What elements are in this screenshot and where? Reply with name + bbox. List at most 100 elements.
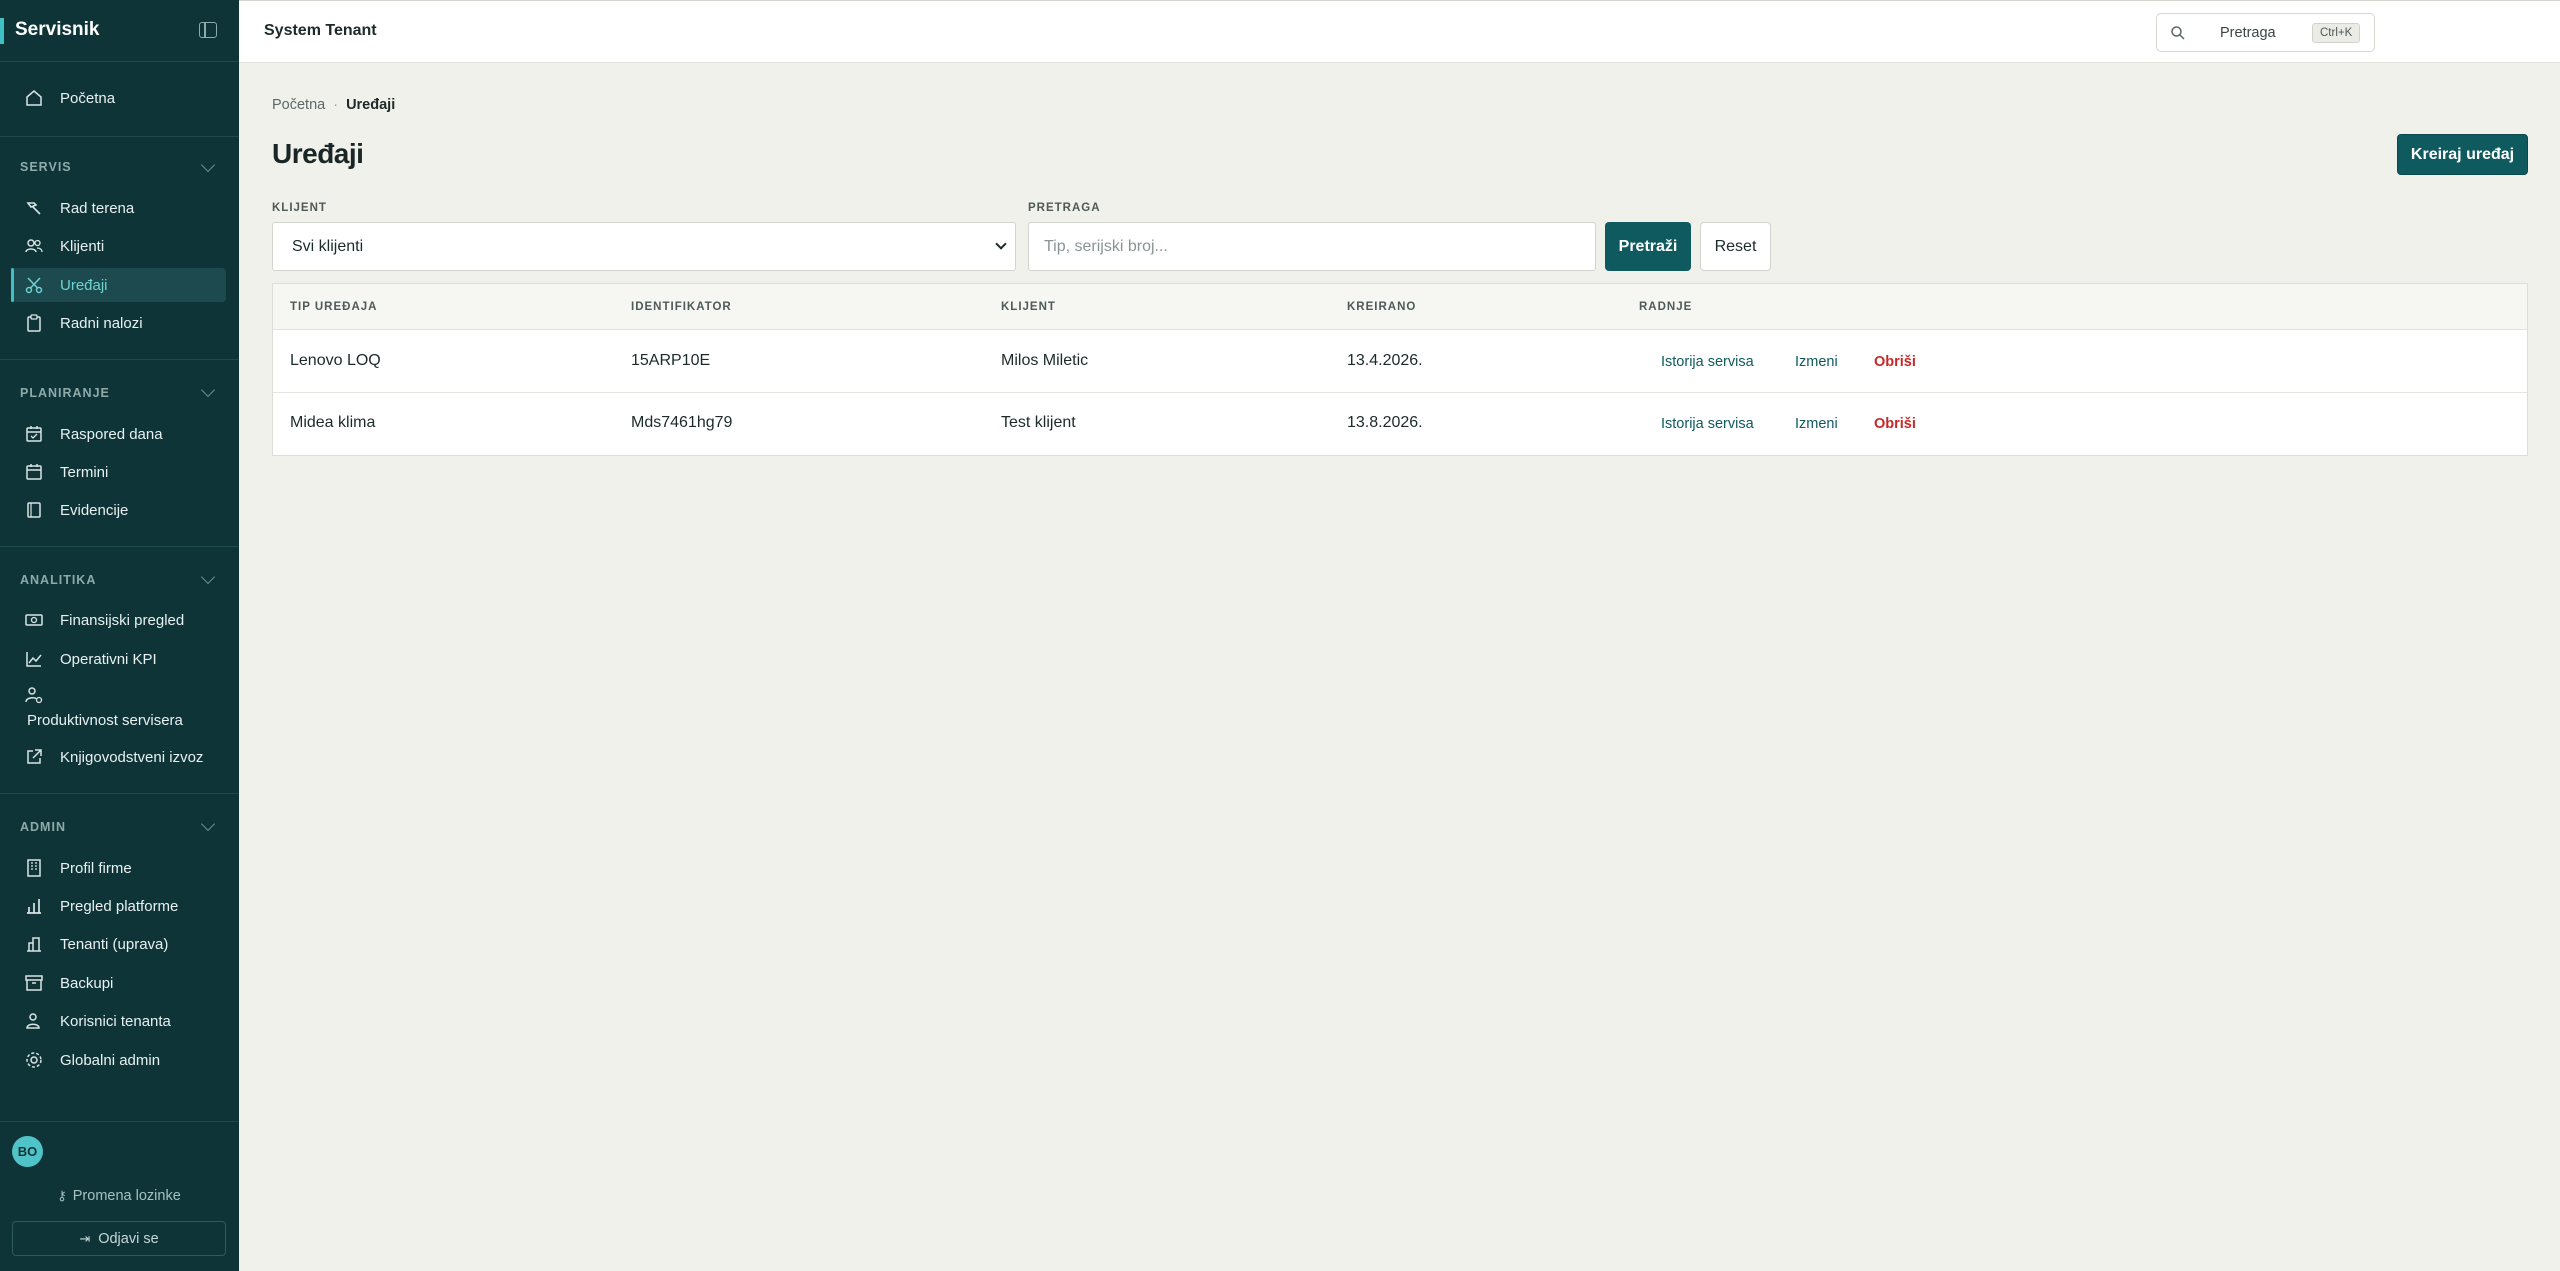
calendar-check-icon [25, 425, 43, 443]
sidebar-item-globalni-admin[interactable]: Globalni admin [12, 1043, 226, 1077]
service-history-link[interactable]: Istorija servisa [1661, 416, 1754, 432]
search-input[interactable]: Tip, serijski broj... [1028, 222, 1596, 271]
bar-chart-icon [25, 897, 43, 915]
sidebar-item-termini[interactable]: Termini [12, 455, 226, 489]
global-search-label: Pretraga [2220, 25, 2276, 41]
chevron-down-icon[interactable] [200, 816, 216, 832]
search-placeholder: Tip, serijski broj... [1044, 238, 1168, 255]
sidebar-item-uredjaji[interactable]: Uređaji [11, 268, 226, 302]
search-icon [2170, 25, 2186, 46]
user-cog-icon [25, 686, 43, 704]
section-title-servis: SERVIS [20, 160, 72, 174]
sidebar-item-label: Klijenti [60, 237, 105, 255]
sidebar-item-label: Operativni KPI [60, 650, 157, 668]
create-device-button[interactable]: Kreiraj uređaj [2397, 134, 2528, 175]
sidebar-item-klijenti[interactable]: Klijenti [12, 229, 226, 263]
sidebar-item-rad-terena[interactable]: Rad terena [12, 191, 226, 225]
sidebar-item-raspored-dana[interactable]: Raspored dana [12, 417, 226, 451]
book-icon [25, 501, 43, 519]
buildings-icon [25, 935, 43, 953]
cell-client: Milos Miletic [1001, 352, 1089, 369]
sidebar-item-profil-firme[interactable]: Profil firme [12, 851, 226, 885]
global-search-button[interactable]: Pretraga Ctrl+K [2156, 13, 2375, 52]
brand-name: Servisnik [15, 19, 100, 40]
avatar[interactable]: BO [12, 1136, 43, 1167]
user-icon [25, 1012, 43, 1030]
cell-identifier: 15ARP10E [631, 352, 711, 369]
client-select[interactable]: Svi klijenti [272, 222, 1016, 271]
edit-link[interactable]: Izmeni [1795, 354, 1838, 370]
sidebar-item-label: Radni nalozi [60, 314, 143, 332]
sidebar-item-label: Evidencije [60, 501, 129, 519]
key-icon: ⚷ [57, 1188, 67, 1203]
chevron-down-icon [995, 238, 1007, 250]
sidebar-item-label: Finansijski pregled [60, 611, 185, 629]
sidebar-item-evidencije[interactable]: Evidencije [12, 493, 226, 527]
sidebar-item-label: Globalni admin [60, 1051, 161, 1069]
users-icon [25, 237, 43, 255]
cell-type: Lenovo LOQ [290, 352, 381, 369]
sidebar-collapse-icon[interactable] [199, 22, 217, 38]
sidebar-item-label: Pregled platforme [60, 897, 179, 915]
line-chart-icon [25, 650, 43, 668]
chevron-down-icon[interactable] [200, 157, 216, 173]
logout-button[interactable]: ⇥ Odjavi se [12, 1221, 226, 1256]
chevron-down-icon[interactable] [200, 569, 216, 585]
sidebar-item-korisnici-tenanta[interactable]: Korisnici tenanta [12, 1004, 226, 1038]
sidebar-item-label: Rad terena [60, 199, 135, 217]
sidebar-item-knjigovodstveni-izvoz[interactable]: Knjigovodstveni izvoz [12, 740, 226, 774]
logout-icon: ⇥ [79, 1230, 91, 1246]
sidebar-item-label: Početna [60, 89, 116, 107]
change-password-label: Promena lozinke [72, 1188, 181, 1204]
gear-icon [25, 1051, 43, 1069]
devices-table: TIP UREĐAJA IDENTIFIKATOR KLIJENT KREIRA… [272, 283, 2528, 456]
column-header-actions: RADNJE [1639, 301, 1693, 313]
chevron-down-icon[interactable] [200, 382, 216, 398]
archive-icon [25, 974, 43, 992]
sidebar-item-radni-nalozi[interactable]: Radni nalozi [12, 306, 226, 340]
table-row: Midea klima Mds7461hg79 Test klijent 13.… [273, 393, 2527, 455]
client-select-value: Svi klijenti [292, 238, 364, 255]
sidebar-item-finansijski-pregled[interactable]: Finansijski pregled [12, 603, 226, 637]
section-title-planiranje: PLANIRANJE [20, 386, 110, 400]
sidebar-item-label: Knjigovodstveni izvoz [60, 748, 204, 766]
search-button[interactable]: Pretraži [1605, 222, 1691, 271]
column-header-type: TIP UREĐAJA [290, 301, 378, 313]
sidebar-item-operativni-kpi[interactable]: Operativni KPI [12, 642, 226, 676]
topbar: System Tenant Pretraga Ctrl+K [239, 0, 2560, 63]
sidebar-item-tenanti-uprava[interactable]: Tenanti (uprava) [12, 927, 226, 961]
reset-button[interactable]: Reset [1700, 222, 1771, 271]
cell-client: Test klijent [1001, 414, 1076, 431]
cell-created: 13.4.2026. [1347, 352, 1423, 369]
cell-type: Midea klima [290, 414, 376, 431]
sidebar-divider [0, 136, 239, 137]
sidebar-item-pregled-platforme[interactable]: Pregled platforme [12, 889, 226, 923]
column-header-client: KLIJENT [1001, 301, 1056, 313]
sidebar-item-pocetna[interactable]: Početna [12, 81, 226, 115]
sidebar-item-produktivnost-servisera[interactable]: Produktivnost servisera [12, 682, 226, 732]
sidebar-item-label: Raspored dana [60, 425, 163, 443]
sidebar-item-backupi[interactable]: Backupi [12, 966, 226, 1000]
breadcrumb-home[interactable]: Početna [272, 97, 325, 113]
delete-link[interactable]: Obriši [1874, 416, 1916, 432]
sidebar: Servisnik Početna SERVIS Rad terena Klij… [0, 0, 239, 1271]
calendar-icon [25, 463, 43, 481]
table-row: Lenovo LOQ 15ARP10E Milos Miletic 13.4.2… [273, 331, 2527, 393]
client-filter-label: KLIJENT [272, 202, 327, 214]
scissors-icon [25, 276, 43, 294]
edit-link[interactable]: Izmeni [1795, 416, 1838, 432]
section-title-analitika: ANALITIKA [20, 573, 97, 587]
delete-link[interactable]: Obriši [1874, 354, 1916, 370]
building-icon [25, 859, 43, 877]
service-history-link[interactable]: Istorija servisa [1661, 354, 1754, 370]
breadcrumb: Početna · Uređaji [272, 97, 395, 113]
cell-created: 13.8.2026. [1347, 414, 1423, 431]
sidebar-divider [0, 359, 239, 360]
cell-identifier: Mds7461hg79 [631, 414, 733, 431]
change-password-link[interactable]: ⚷ Promena lozinke [12, 1183, 226, 1209]
sidebar-item-label: Tenanti (uprava) [60, 935, 169, 953]
keyboard-shortcut: Ctrl+K [2312, 23, 2361, 43]
sidebar-divider [0, 546, 239, 547]
sidebar-item-label: Korisnici tenanta [60, 1012, 171, 1030]
sidebar-item-label: Backupi [60, 974, 114, 992]
